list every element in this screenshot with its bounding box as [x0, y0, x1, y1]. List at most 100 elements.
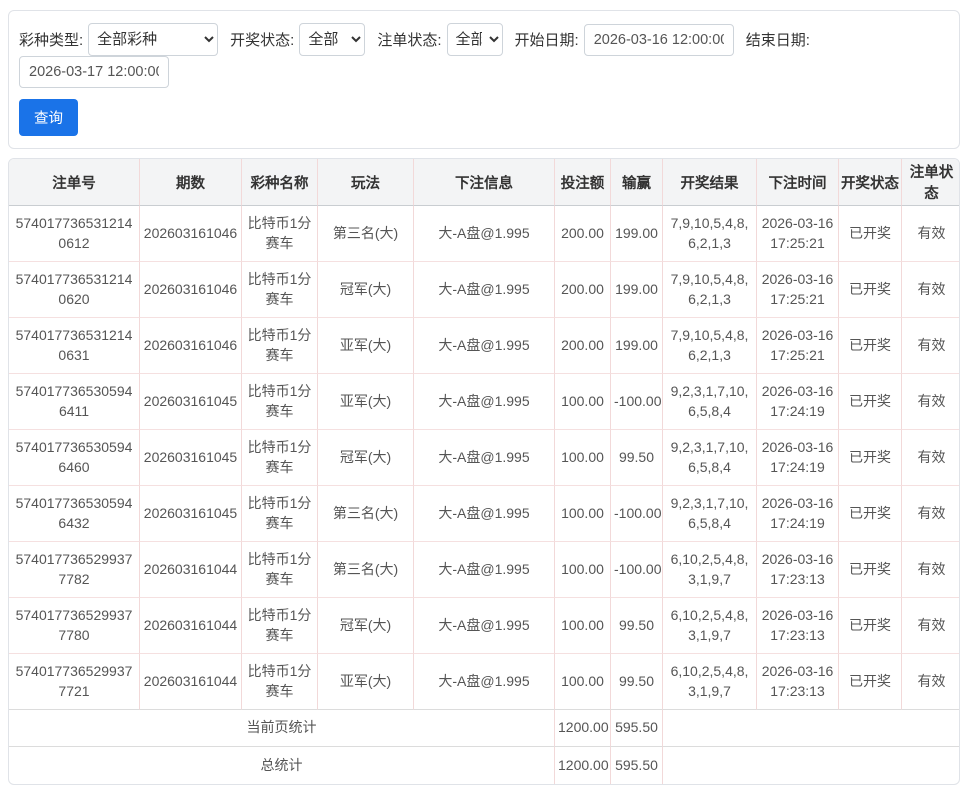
table-cell: 7,9,10,5,4,8,6,2,1,3	[663, 318, 757, 374]
table-cell: 已开奖	[839, 486, 902, 542]
table-cell: 6,10,2,5,4,8,3,1,9,7	[663, 654, 757, 710]
table-cell: 比特币1分赛车	[242, 598, 318, 654]
table-cell: 6,10,2,5,4,8,3,1,9,7	[663, 598, 757, 654]
bets-table: 注单号 期数 彩种名称 玩法 下注信息 投注额 输赢 开奖结果 下注时间 开奖状态 注单状态 574…	[9, 159, 959, 784]
table-cell: 5740177365299377782	[9, 542, 140, 598]
table-cell: 5740177365312140612	[9, 206, 140, 262]
draw-status-label: 开奖状态:	[230, 32, 295, 49]
table-cell: 比特币1分赛车	[242, 374, 318, 430]
table-cell: 202603161046	[140, 262, 242, 318]
table-cell: 2026-03-16 17:25:21	[757, 262, 839, 318]
table-cell: 5740177365299377721	[9, 654, 140, 710]
table-cell: 亚军(大)	[318, 318, 414, 374]
table-cell: 9,2,3,1,7,10,6,5,8,4	[663, 486, 757, 542]
table-cell: 100.00	[555, 430, 611, 486]
table-cell: 202603161044	[140, 598, 242, 654]
table-cell: 6,10,2,5,4,8,3,1,9,7	[663, 542, 757, 598]
table-cell: 大-A盘@1.995	[414, 262, 555, 318]
table-cell: 2026-03-16 17:24:19	[757, 486, 839, 542]
table-cell: -100.00	[611, 486, 663, 542]
table-cell: -100.00	[611, 542, 663, 598]
table-cell: 2026-03-16 17:23:13	[757, 542, 839, 598]
table-cell: 有效	[902, 374, 959, 430]
table-cell: 冠军(大)	[318, 430, 414, 486]
column-header: 玩法	[318, 159, 414, 206]
table-cell: 亚军(大)	[318, 374, 414, 430]
table-cell: 100.00	[555, 654, 611, 710]
table-cell: 大-A盘@1.995	[414, 318, 555, 374]
table-cell: 2026-03-16 17:25:21	[757, 206, 839, 262]
table-cell: 比特币1分赛车	[242, 206, 318, 262]
search-button[interactable]: 查询	[19, 99, 78, 136]
table-cell: 有效	[902, 486, 959, 542]
order-status-select[interactable]: 全部	[446, 23, 503, 56]
table-cell: 已开奖	[839, 654, 902, 710]
column-header: 注单号	[9, 159, 140, 206]
table-cell: 第三名(大)	[318, 206, 414, 262]
table-cell: 已开奖	[839, 262, 902, 318]
table-cell: 200.00	[555, 206, 611, 262]
table-row: 5740177365312140620 202603161046 比特币1分赛车 冠军…	[9, 262, 959, 318]
table-cell: 202603161045	[140, 374, 242, 430]
table-cell: 7,9,10,5,4,8,6,2,1,3	[663, 262, 757, 318]
table-cell: 199.00	[611, 318, 663, 374]
table-cell: 100.00	[555, 598, 611, 654]
table-cell: 有效	[902, 542, 959, 598]
table-cell: 比特币1分赛车	[242, 318, 318, 374]
summary-row: 总统计 1200.00 595.50	[9, 747, 959, 784]
table-cell: 2026-03-16 17:24:19	[757, 374, 839, 430]
table-cell: 202603161045	[140, 430, 242, 486]
table-cell: 已开奖	[839, 374, 902, 430]
table-cell: 202603161044	[140, 542, 242, 598]
table-cell: 大-A盘@1.995	[414, 542, 555, 598]
table-cell: 比特币1分赛车	[242, 542, 318, 598]
column-header: 开奖结果	[663, 159, 757, 206]
table-cell: 5740177365312140620	[9, 262, 140, 318]
table-cell: 7,9,10,5,4,8,6,2,1,3	[663, 206, 757, 262]
table-cell: 200.00	[555, 318, 611, 374]
column-header: 彩种名称	[242, 159, 318, 206]
table-cell: 已开奖	[839, 598, 902, 654]
summary-win-total: 595.50	[611, 710, 663, 747]
table-cell: 99.50	[611, 654, 663, 710]
table-cell: 199.00	[611, 262, 663, 318]
table-cell: -100.00	[611, 374, 663, 430]
summary-win-total: 595.50	[611, 747, 663, 784]
table-cell: 9,2,3,1,7,10,6,5,8,4	[663, 374, 757, 430]
table-row: 5740177365312140631 202603161046 比特币1分赛车 亚军…	[9, 318, 959, 374]
start-date-input[interactable]	[583, 23, 734, 56]
table-cell: 199.00	[611, 206, 663, 262]
filter-row: 彩种类型: 全部彩种 开奖状态: 全部 注单状态: 全部 开始日期: 结束日期:	[19, 23, 947, 88]
end-date-label: 结束日期:	[745, 32, 810, 49]
table-cell: 冠军(大)	[318, 598, 414, 654]
end-date-input[interactable]	[19, 56, 169, 88]
table-cell: 5740177365312140631	[9, 318, 140, 374]
table-cell: 202603161046	[140, 318, 242, 374]
table-cell: 已开奖	[839, 542, 902, 598]
table-cell: 冠军(大)	[318, 262, 414, 318]
summary-bet-total: 1200.00	[555, 710, 611, 747]
table-cell: 100.00	[555, 486, 611, 542]
column-header: 期数	[140, 159, 242, 206]
table-row: 5740177365305946432 202603161045 比特币1分赛车 第三…	[9, 486, 959, 542]
summary-empty-cell	[663, 747, 959, 784]
table-cell: 200.00	[555, 262, 611, 318]
table-cell: 大-A盘@1.995	[414, 430, 555, 486]
table-cell: 5740177365305946460	[9, 430, 140, 486]
table-cell: 已开奖	[839, 206, 902, 262]
table-cell: 大-A盘@1.995	[414, 206, 555, 262]
filter-panel: 彩种类型: 全部彩种 开奖状态: 全部 注单状态: 全部 开始日期: 结束日期:…	[8, 10, 960, 149]
table-cell: 第三名(大)	[318, 486, 414, 542]
table-cell: 比特币1分赛车	[242, 654, 318, 710]
table-cell: 2026-03-16 17:23:13	[757, 598, 839, 654]
table-cell: 第三名(大)	[318, 542, 414, 598]
summary-bet-total: 1200.00	[555, 747, 611, 784]
draw-status-select[interactable]: 全部	[299, 23, 366, 56]
column-header: 注单状态	[902, 159, 959, 206]
table-row: 5740177365299377721 202603161044 比特币1分赛车 亚军…	[9, 654, 959, 710]
table-cell: 大-A盘@1.995	[414, 486, 555, 542]
lottery-type-select[interactable]: 全部彩种	[88, 23, 219, 56]
table-cell: 比特币1分赛车	[242, 486, 318, 542]
table-cell: 202603161045	[140, 486, 242, 542]
summary-label: 当前页统计	[9, 710, 555, 747]
